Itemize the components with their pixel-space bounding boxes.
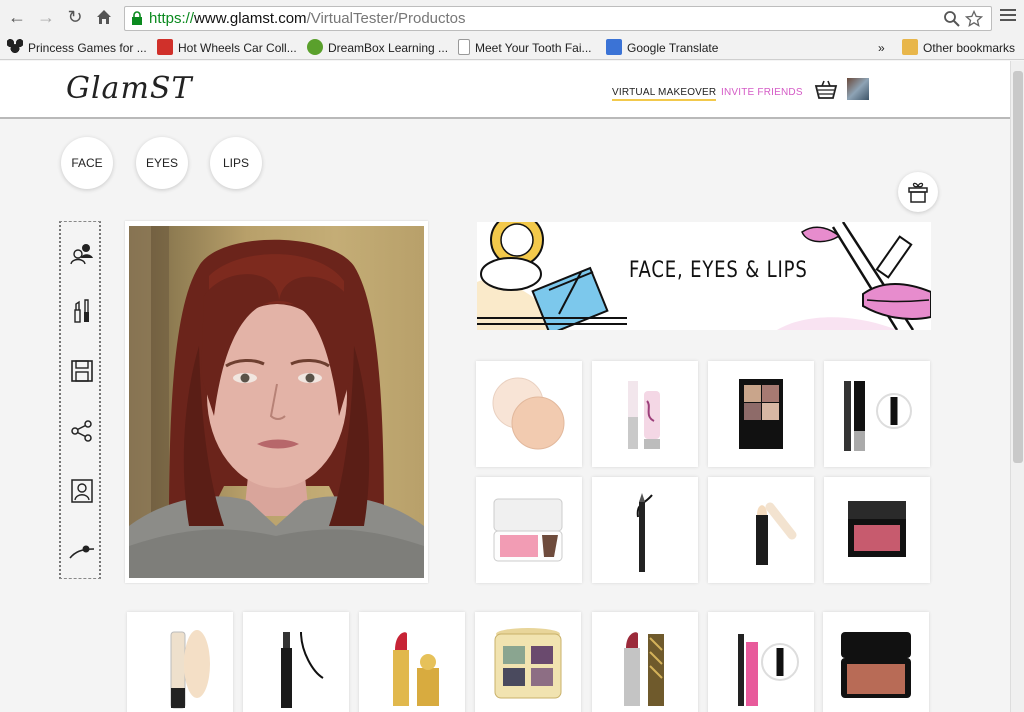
- back-arrow-icon[interactable]: ←: [6, 6, 28, 28]
- product-blush-compact-2[interactable]: [823, 612, 929, 712]
- menu-icon[interactable]: [1000, 9, 1016, 23]
- bookmark-star-icon[interactable]: [965, 10, 983, 28]
- bookmark-item[interactable]: Hot Wheels Car Coll...: [157, 39, 297, 57]
- product-eyeliner-pencil[interactable]: [592, 477, 698, 583]
- other-bookmarks[interactable]: Other bookmarks: [902, 39, 1015, 57]
- page-scrollbar[interactable]: [1010, 61, 1024, 712]
- product-blush-compact[interactable]: [476, 477, 582, 583]
- bookmark-item[interactable]: DreamBox Learning ...: [307, 39, 448, 57]
- page: GlamST VIRTUAL MAKEOVER INVITE FRIENDS F…: [0, 61, 1010, 712]
- reload-icon[interactable]: ↻: [64, 6, 86, 28]
- gift-box-button[interactable]: [898, 172, 938, 212]
- address-bar[interactable]: https://www.glamst.com/VirtualTester/Pro…: [124, 6, 992, 31]
- basket-icon[interactable]: [814, 80, 838, 100]
- product-red-lipstick[interactable]: [359, 612, 465, 712]
- page-icon: [458, 39, 470, 55]
- product-concealer[interactable]: [708, 477, 814, 583]
- browser-toolbar: ← → ↻ https://www.glamst.com/VirtualTest…: [0, 0, 1024, 36]
- category-banner: FACE, EYES & LIPS: [477, 222, 931, 330]
- category-lips-button[interactable]: LIPS: [210, 137, 262, 189]
- user-photo[interactable]: [129, 226, 424, 578]
- gift-box-icon: [908, 182, 928, 203]
- product-lip-gloss[interactable]: [592, 361, 698, 467]
- product-eyeshadow-palette[interactable]: [475, 612, 581, 712]
- google-translate-icon: [606, 39, 622, 55]
- product-face-powder[interactable]: [476, 361, 582, 467]
- zoom-icon[interactable]: [943, 10, 961, 28]
- makeup-tools-icon[interactable]: [69, 298, 95, 324]
- url-text: https://www.glamst.com/VirtualTester/Pro…: [149, 10, 466, 27]
- product-lipstick[interactable]: [592, 612, 698, 712]
- share-icon[interactable]: [69, 418, 95, 444]
- hot-wheels-icon: [157, 39, 173, 55]
- site-logo[interactable]: GlamST: [66, 71, 192, 106]
- nav-invite-friends[interactable]: INVITE FRIENDS: [721, 87, 803, 98]
- product-blush-palette[interactable]: [824, 477, 930, 583]
- product-foundation[interactable]: [127, 612, 233, 712]
- mickey-icon: [7, 39, 23, 55]
- product-eyeshadow-quad[interactable]: [708, 361, 814, 467]
- user-photo-frame: [125, 221, 428, 583]
- home-icon[interactable]: [93, 6, 115, 28]
- folder-icon: [902, 39, 918, 55]
- banner-title: FACE, EYES & LIPS: [629, 258, 808, 283]
- bookmarks-overflow-chevron[interactable]: »: [878, 39, 885, 57]
- user-avatar[interactable]: [847, 78, 869, 100]
- bookmarks-bar: Princess Games for ... Hot Wheels Car Co…: [0, 36, 1024, 60]
- intensity-slider-icon[interactable]: [69, 538, 95, 564]
- save-icon[interactable]: [69, 358, 95, 384]
- scrollbar-thumb[interactable]: [1013, 71, 1023, 463]
- product-mascara[interactable]: [824, 361, 930, 467]
- portrait-icon[interactable]: [69, 478, 95, 504]
- bookmark-item[interactable]: Meet Your Tooth Fai...: [458, 39, 592, 57]
- bookmark-item[interactable]: Princess Games for ...: [7, 39, 147, 57]
- dreambox-icon: [307, 39, 323, 55]
- bookmark-item[interactable]: Google Translate: [606, 39, 718, 57]
- site-header: GlamST VIRTUAL MAKEOVER INVITE FRIENDS: [0, 61, 1010, 119]
- lock-icon: [132, 11, 142, 25]
- nav-virtual-makeover[interactable]: VIRTUAL MAKEOVER: [612, 87, 717, 101]
- product-liquid-eyeliner[interactable]: [243, 612, 349, 712]
- forward-arrow-icon[interactable]: →: [35, 6, 57, 28]
- product-mascara-2[interactable]: [708, 612, 814, 712]
- tool-rail: [59, 221, 101, 579]
- compare-users-icon[interactable]: [69, 240, 95, 266]
- category-face-button[interactable]: FACE: [61, 137, 113, 189]
- category-eyes-button[interactable]: EYES: [136, 137, 188, 189]
